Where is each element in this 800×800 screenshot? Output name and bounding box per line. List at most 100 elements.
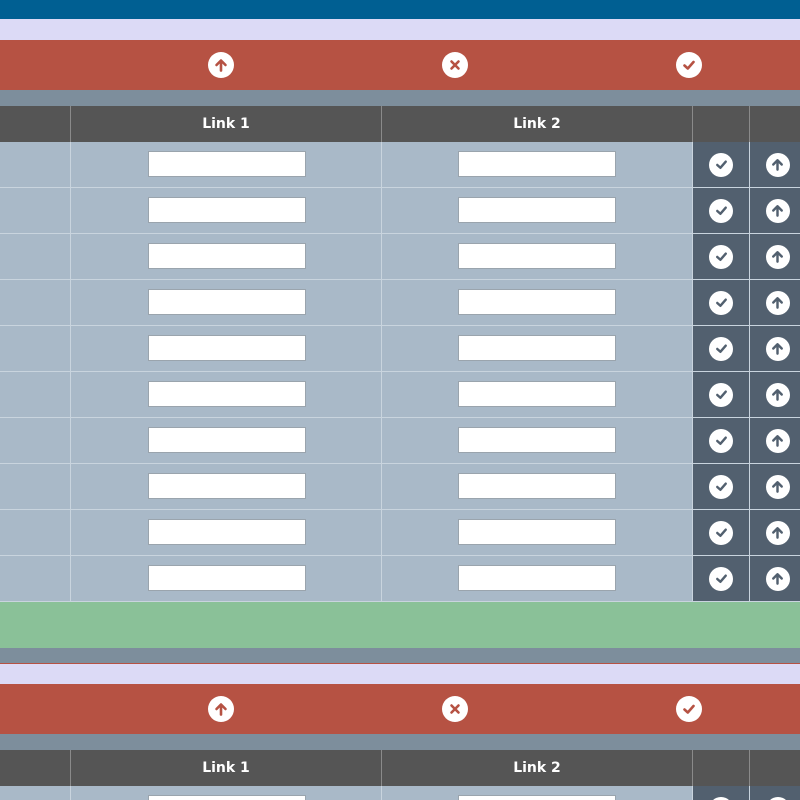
band (0, 664, 800, 684)
link-1-input[interactable] (148, 427, 306, 453)
spacer (0, 90, 800, 106)
arrow-up-circle-icon (772, 205, 783, 217)
link-2-input[interactable] (458, 427, 616, 453)
link-1-input[interactable] (148, 197, 306, 223)
row-upload-button[interactable] (765, 796, 790, 800)
arrow-up-circle-icon (772, 527, 783, 539)
check-circle-icon (715, 574, 727, 583)
row-upload-button[interactable] (765, 382, 790, 407)
column-header-action-2 (749, 106, 800, 142)
row-confirm-button[interactable] (709, 244, 733, 269)
link-2-input[interactable] (458, 335, 616, 361)
table-row (0, 326, 800, 372)
arrow-up-circle-icon (772, 435, 783, 447)
row-upload-button[interactable] (765, 566, 790, 591)
row-confirm-button[interactable] (709, 198, 733, 223)
link-1-input[interactable] (148, 795, 306, 800)
column-header-action-2 (749, 750, 800, 786)
column-header-link-1: Link 1 (70, 750, 381, 786)
table-row (0, 464, 800, 510)
band (0, 19, 800, 40)
row-confirm-button[interactable] (709, 520, 733, 545)
check-circle-icon (715, 298, 727, 307)
link-1-input[interactable] (148, 565, 306, 591)
toolbar-upload-button[interactable] (208, 52, 234, 78)
table-row (0, 786, 800, 800)
check-circle-icon (683, 704, 695, 714)
row-upload-button[interactable] (765, 474, 790, 499)
row-confirm-button[interactable] (709, 336, 733, 361)
arrow-up-circle-icon (772, 389, 783, 401)
spacer (0, 648, 800, 663)
row-upload-button[interactable] (765, 152, 790, 177)
row-upload-button[interactable] (765, 244, 790, 269)
x-circle-icon (450, 704, 460, 714)
spacer (0, 734, 800, 750)
check-circle-icon (715, 160, 727, 169)
link-1-input[interactable] (148, 243, 306, 269)
link-1-input[interactable] (148, 151, 306, 177)
toolbar-confirm-button[interactable] (676, 696, 702, 722)
link-2-input[interactable] (458, 519, 616, 545)
table-footer (0, 602, 800, 648)
link-2-input[interactable] (458, 289, 616, 315)
link-1-input[interactable] (148, 289, 306, 315)
row-upload-button[interactable] (765, 336, 790, 361)
check-circle-icon (683, 60, 695, 70)
arrow-up-circle-icon (772, 573, 783, 585)
arrow-up-circle-icon (215, 59, 227, 72)
check-circle-icon (715, 344, 727, 353)
arrow-up-circle-icon (772, 481, 783, 493)
table-row (0, 418, 800, 464)
row-confirm-button[interactable] (709, 290, 733, 315)
row-confirm-button[interactable] (709, 382, 733, 407)
row-upload-button[interactable] (765, 428, 790, 453)
arrow-up-circle-icon (772, 297, 783, 309)
row-confirm-button[interactable] (709, 152, 733, 177)
link-2-input[interactable] (458, 565, 616, 591)
check-circle-icon (715, 206, 727, 215)
column-header (0, 106, 71, 142)
column-header (0, 750, 71, 786)
row-confirm-button[interactable] (709, 796, 733, 800)
toolbar (0, 684, 800, 734)
column-header-action-1 (692, 106, 749, 142)
link-1-input[interactable] (148, 381, 306, 407)
row-upload-button[interactable] (765, 290, 790, 315)
link-1-input[interactable] (148, 473, 306, 499)
check-circle-icon (715, 482, 727, 491)
link-1-input[interactable] (148, 519, 306, 545)
link-2-input[interactable] (458, 473, 616, 499)
x-circle-icon (450, 60, 460, 70)
toolbar (0, 40, 800, 90)
table-row (0, 142, 800, 188)
link-2-input[interactable] (458, 197, 616, 223)
row-upload-button[interactable] (765, 520, 790, 545)
column-header-action-1 (692, 750, 749, 786)
row-upload-button[interactable] (765, 198, 790, 223)
check-circle-icon (715, 252, 727, 261)
check-circle-icon (715, 528, 727, 537)
toolbar-cancel-button[interactable] (442, 52, 468, 78)
row-confirm-button[interactable] (709, 428, 733, 453)
column-header-link-1: Link 1 (70, 106, 381, 142)
link-2-input[interactable] (458, 381, 616, 407)
link-2-input[interactable] (458, 243, 616, 269)
link-2-input[interactable] (458, 151, 616, 177)
arrow-up-circle-icon (772, 343, 783, 355)
table-header: Link 1 Link 2 (0, 106, 800, 142)
table-row (0, 280, 800, 326)
link-1-input[interactable] (148, 335, 306, 361)
table-body (0, 786, 800, 800)
column-header-link-2: Link 2 (381, 106, 692, 142)
table-row (0, 188, 800, 234)
row-confirm-button[interactable] (709, 474, 733, 499)
table-row (0, 510, 800, 556)
check-circle-icon (715, 436, 727, 445)
toolbar-cancel-button[interactable] (442, 696, 468, 722)
column-header-link-2: Link 2 (381, 750, 692, 786)
toolbar-confirm-button[interactable] (676, 52, 702, 78)
row-confirm-button[interactable] (709, 566, 733, 591)
link-2-input[interactable] (458, 795, 616, 800)
toolbar-upload-button[interactable] (208, 696, 234, 722)
